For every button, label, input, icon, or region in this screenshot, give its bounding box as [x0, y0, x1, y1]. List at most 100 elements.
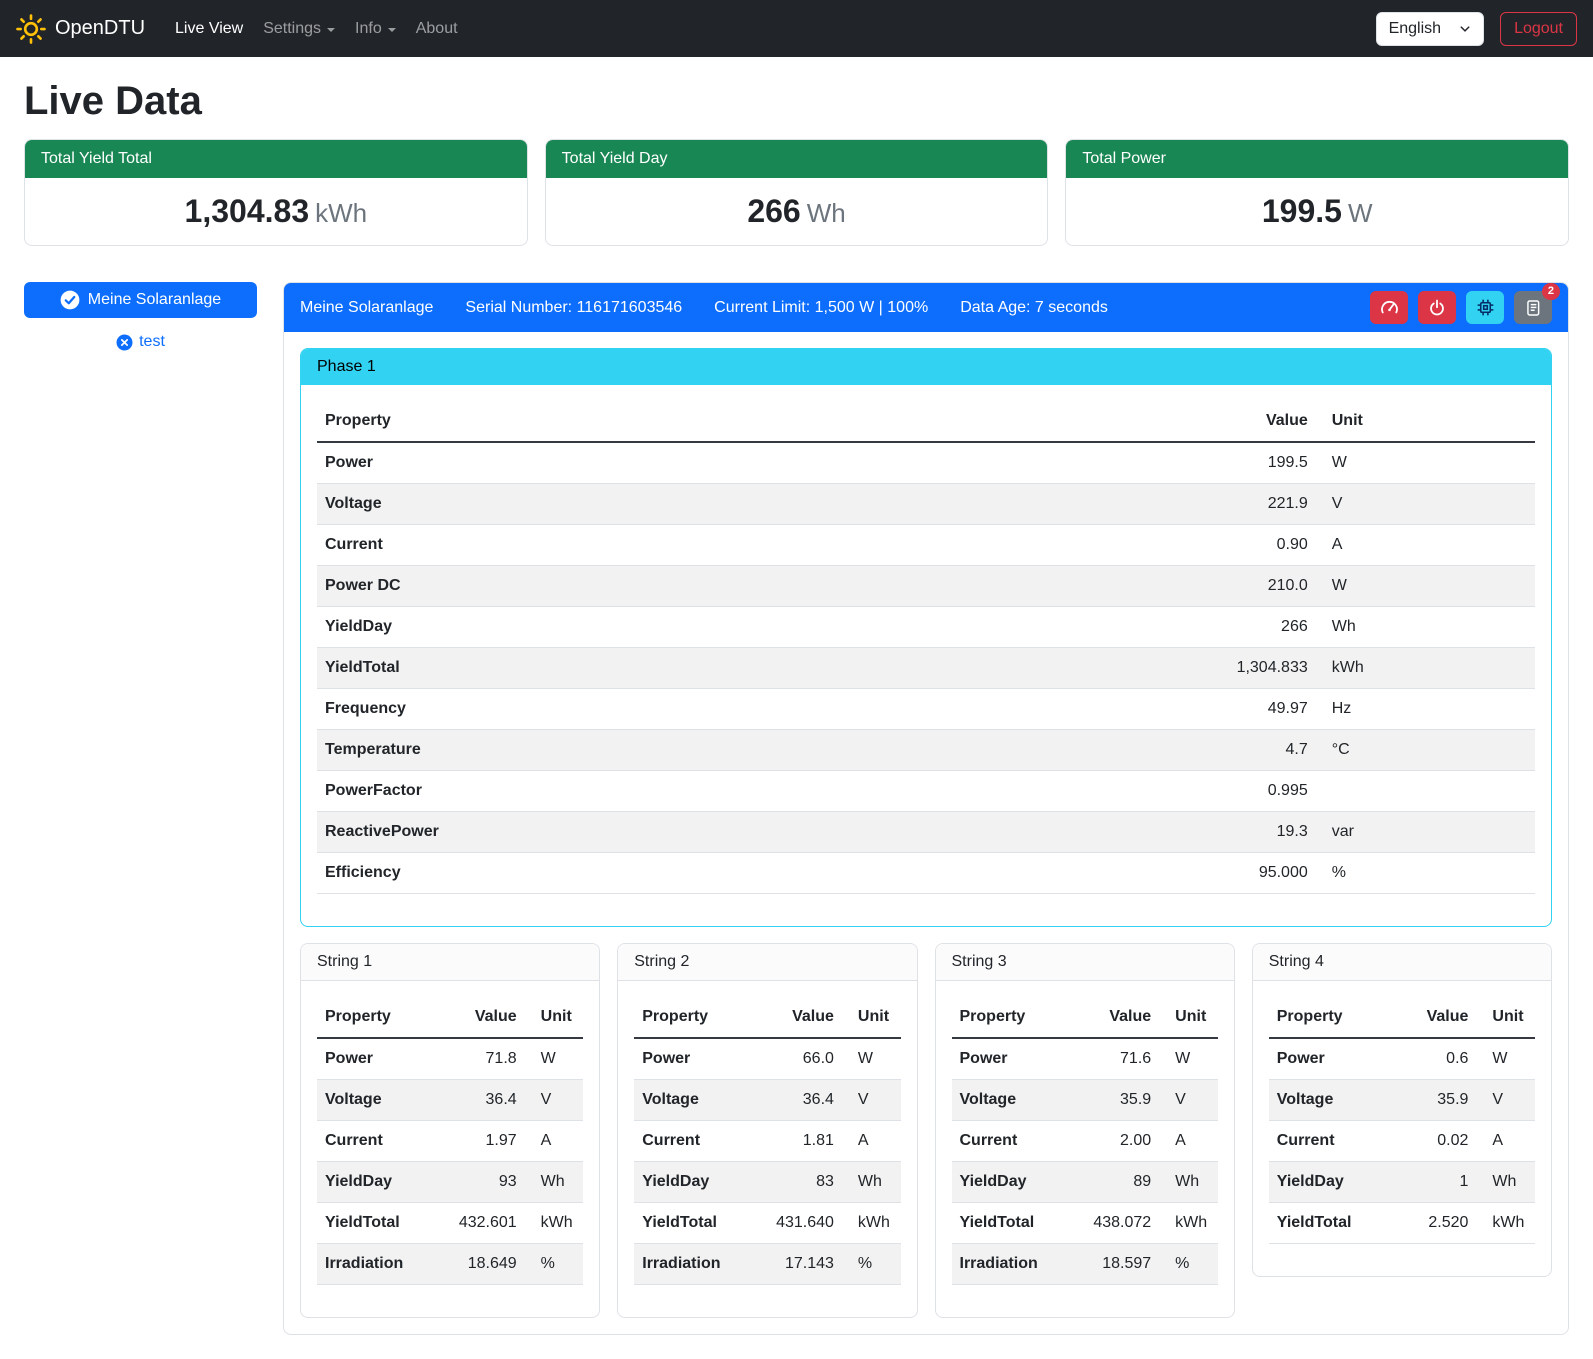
column-header-property: Property: [1269, 997, 1389, 1038]
column-header-unit: Unit: [1476, 997, 1535, 1038]
nav-item-about[interactable]: About: [406, 12, 468, 46]
brand-link[interactable]: OpenDTU: [16, 14, 145, 44]
summary-card-total-power: Total Power 199.5W: [1065, 139, 1569, 246]
table-row: Current 1.97 A: [317, 1121, 583, 1162]
value-cell: 0.90: [1072, 525, 1316, 566]
language-select[interactable]: English: [1376, 12, 1484, 46]
unit-cell: V: [1159, 1080, 1218, 1121]
summary-value: 266: [747, 193, 800, 229]
power-button[interactable]: [1418, 291, 1456, 324]
table-row: Power 66.0 W: [634, 1038, 900, 1080]
value-cell: 4.7: [1072, 730, 1316, 771]
string-card-3: String 3 Property Value Unit: [935, 943, 1235, 1318]
table-row: Current 0.90 A: [317, 525, 1535, 566]
string-card-1: String 1 Property Value Unit: [300, 943, 600, 1318]
unit-cell: %: [525, 1244, 584, 1285]
table-row: Power 199.5 W: [317, 442, 1535, 484]
summary-value: 1,304.83: [185, 193, 310, 229]
table-row: YieldDay 1 Wh: [1269, 1162, 1535, 1203]
value-cell: 0.6: [1389, 1038, 1477, 1080]
table-row: Current 1.81 A: [634, 1121, 900, 1162]
unit-cell: A: [1159, 1121, 1218, 1162]
value-cell: 1,304.833: [1072, 648, 1316, 689]
table-row: Efficiency 95.000 %: [317, 853, 1535, 894]
column-header-property: Property: [317, 997, 437, 1038]
property-cell: Irradiation: [317, 1244, 437, 1285]
device-info-button[interactable]: [1466, 291, 1504, 324]
property-cell: Power: [952, 1038, 1072, 1080]
value-cell: 438.072: [1071, 1203, 1159, 1244]
table-row: Current 2.00 A: [952, 1121, 1218, 1162]
column-header-value: Value: [1389, 997, 1477, 1038]
limit-settings-button[interactable]: [1370, 291, 1408, 324]
unit-cell: Wh: [1316, 607, 1535, 648]
unit-cell: Wh: [842, 1162, 901, 1203]
property-cell: Current: [1269, 1121, 1389, 1162]
column-header-unit: Unit: [1316, 401, 1535, 442]
x-circle-icon: [116, 334, 133, 351]
value-cell: 199.5: [1072, 442, 1316, 484]
chevron-down-icon: [1459, 23, 1471, 35]
value-cell: 71.8: [437, 1038, 525, 1080]
unit-cell: [1316, 771, 1535, 812]
value-cell: 1: [1389, 1162, 1477, 1203]
top-navbar: OpenDTU Live View Settings Info About En…: [0, 0, 1593, 57]
table-row: ReactivePower 19.3 var: [317, 812, 1535, 853]
unit-cell: Wh: [1159, 1162, 1218, 1203]
string-title: String 1: [301, 944, 599, 981]
summary-card-header: Total Yield Day: [546, 140, 1048, 178]
nav-item-info[interactable]: Info: [345, 12, 406, 46]
string-table: Property Value Unit Power: [952, 997, 1218, 1285]
table-row: YieldTotal 432.601 kWh: [317, 1203, 583, 1244]
unit-cell: kWh: [525, 1203, 584, 1244]
table-row: Power 0.6 W: [1269, 1038, 1535, 1080]
event-log-button[interactable]: 2: [1514, 291, 1552, 324]
table-row: PowerFactor 0.995: [317, 771, 1535, 812]
property-cell: Current: [317, 1121, 437, 1162]
unit-cell: var: [1316, 812, 1535, 853]
unit-cell: W: [1316, 442, 1535, 484]
value-cell: 432.601: [437, 1203, 525, 1244]
property-cell: Current: [952, 1121, 1072, 1162]
property-cell: PowerFactor: [317, 771, 1072, 812]
property-cell: YieldTotal: [1269, 1203, 1389, 1244]
value-cell: 35.9: [1389, 1080, 1477, 1121]
property-cell: YieldDay: [317, 607, 1072, 648]
check-circle-icon: [60, 290, 80, 310]
value-cell: 66.0: [754, 1038, 842, 1080]
inverter-select-label: Meine Solaranlage: [88, 291, 221, 309]
table-row: Voltage 35.9 V: [1269, 1080, 1535, 1121]
inverter-card: Meine Solaranlage Serial Number: 1161716…: [283, 282, 1569, 1335]
nav-item-settings[interactable]: Settings: [253, 12, 345, 46]
property-cell: Voltage: [952, 1080, 1072, 1121]
unit-cell: W: [1316, 566, 1535, 607]
test-inverter-link[interactable]: test: [24, 333, 257, 351]
inverter-select-button[interactable]: Meine Solaranlage: [24, 282, 257, 318]
column-header-value: Value: [1072, 401, 1316, 442]
nav-item-live-view[interactable]: Live View: [165, 12, 253, 46]
table-row: YieldTotal 2.520 kWh: [1269, 1203, 1535, 1244]
table-row: Voltage 36.4 V: [634, 1080, 900, 1121]
journal-icon: [1524, 299, 1542, 317]
string-title: String 4: [1253, 944, 1551, 981]
sun-logo-icon: [16, 14, 46, 44]
summary-row: Total Yield Total 1,304.83kWh Total Yiel…: [24, 139, 1569, 246]
value-cell: 36.4: [437, 1080, 525, 1121]
column-header-unit: Unit: [842, 997, 901, 1038]
strings-row: String 1 Property Value Unit: [300, 943, 1552, 1318]
logout-button[interactable]: Logout: [1500, 12, 1577, 46]
value-cell: 49.97: [1072, 689, 1316, 730]
value-cell: 1.81: [754, 1121, 842, 1162]
column-header-value: Value: [1071, 997, 1159, 1038]
table-row: Frequency 49.97 Hz: [317, 689, 1535, 730]
table-row: YieldTotal 438.072 kWh: [952, 1203, 1218, 1244]
value-cell: 35.9: [1071, 1080, 1159, 1121]
unit-cell: W: [842, 1038, 901, 1080]
property-cell: YieldTotal: [317, 1203, 437, 1244]
brand-text: OpenDTU: [55, 17, 145, 40]
value-cell: 95.000: [1072, 853, 1316, 894]
property-cell: Power: [634, 1038, 754, 1080]
table-row: YieldDay 83 Wh: [634, 1162, 900, 1203]
unit-cell: kWh: [1476, 1203, 1535, 1244]
unit-cell: W: [1476, 1038, 1535, 1080]
